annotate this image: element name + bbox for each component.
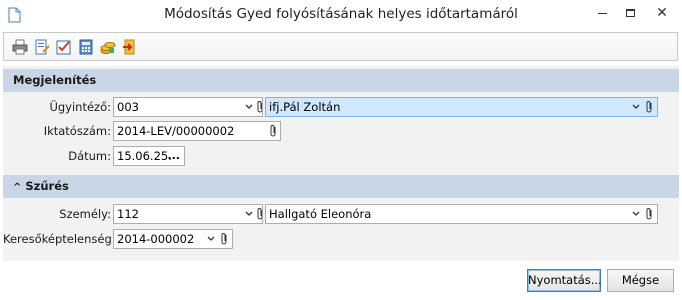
agent-code-value: 003: [117, 100, 139, 114]
toolbar: [3, 32, 678, 61]
section-display-header[interactable]: Megjelenítés: [3, 69, 679, 92]
paperclip-icon[interactable]: [256, 100, 263, 114]
incapacity-value: 2014-000002: [117, 232, 195, 246]
paperclip-icon[interactable]: [645, 100, 654, 114]
content-panel: Megjelenítés Ügyintéző: 003 ifj.Pál Zolt…: [3, 66, 679, 261]
agent-name-value: ifj.Pál Zoltán: [269, 100, 341, 114]
section-display-title: Megjelenítés: [13, 73, 97, 87]
date-value: 15.06.25.: [117, 149, 172, 163]
calculator-icon[interactable]: [78, 39, 94, 55]
chevron-up-icon[interactable]: ^: [13, 176, 21, 199]
maximize-button[interactable]: [612, 0, 648, 28]
date-label: Dátum:: [68, 149, 111, 163]
filing-number-field[interactable]: 2014-LEV/00000002: [113, 121, 281, 141]
edit-document-icon[interactable]: [34, 39, 50, 55]
agent-code-combo[interactable]: 003: [113, 97, 263, 117]
filing-number-value: 2014-LEV/00000002: [117, 124, 235, 138]
checklist-icon[interactable]: [56, 39, 72, 55]
paperclip-icon[interactable]: [220, 232, 229, 246]
window-title: Módosítás Gyed folyósításának helyes idő…: [164, 6, 518, 22]
minimize-icon: [597, 12, 607, 14]
agent-label: Ügyintéző:: [49, 100, 111, 114]
maximize-icon: [625, 9, 635, 17]
date-field[interactable]: 15.06.25. ...: [113, 146, 185, 166]
chevron-down-icon[interactable]: [244, 208, 254, 220]
print-button[interactable]: Nyomtatás...: [527, 269, 602, 292]
incapacity-combo[interactable]: 2014-000002: [113, 229, 233, 249]
paperclip-icon[interactable]: [256, 207, 263, 221]
close-button[interactable]: ✕: [644, 0, 680, 28]
cancel-button[interactable]: Mégse: [607, 269, 674, 292]
person-label: Személy:: [59, 207, 111, 221]
title-bar: Módosítás Gyed folyósításának helyes idő…: [0, 0, 682, 30]
section-filter-title: Szűrés: [25, 179, 69, 193]
close-icon: ✕: [656, 5, 668, 21]
coins-icon[interactable]: [100, 39, 116, 55]
footer-bar: Nyomtatás... Mégse: [0, 262, 682, 300]
dialog-window: Módosítás Gyed folyósításának helyes idő…: [0, 0, 682, 300]
date-picker-button[interactable]: ...: [167, 147, 180, 165]
agent-name-combo[interactable]: ifj.Pál Zoltán: [265, 97, 658, 117]
chevron-down-icon[interactable]: [631, 208, 641, 220]
section-filter-header[interactable]: ^ Szűrés: [3, 175, 679, 198]
person-name-combo[interactable]: Hallgató Eleonóra: [265, 204, 658, 224]
chevron-down-icon[interactable]: [244, 101, 254, 113]
chevron-down-icon[interactable]: [631, 101, 641, 113]
printer-icon[interactable]: [12, 39, 28, 55]
paperclip-icon[interactable]: [269, 124, 278, 138]
person-name-value: Hallgató Eleonóra: [269, 207, 372, 221]
filing-number-label: Iktatószám:: [43, 124, 111, 138]
exit-icon[interactable]: [122, 39, 138, 55]
person-code-combo[interactable]: 112: [113, 204, 263, 224]
paperclip-icon[interactable]: [645, 207, 654, 221]
person-code-value: 112: [117, 207, 139, 221]
incapacity-label: Keresőképtelenség:: [3, 232, 116, 246]
chevron-down-icon[interactable]: [206, 233, 216, 245]
toolbar-area: [0, 30, 682, 64]
